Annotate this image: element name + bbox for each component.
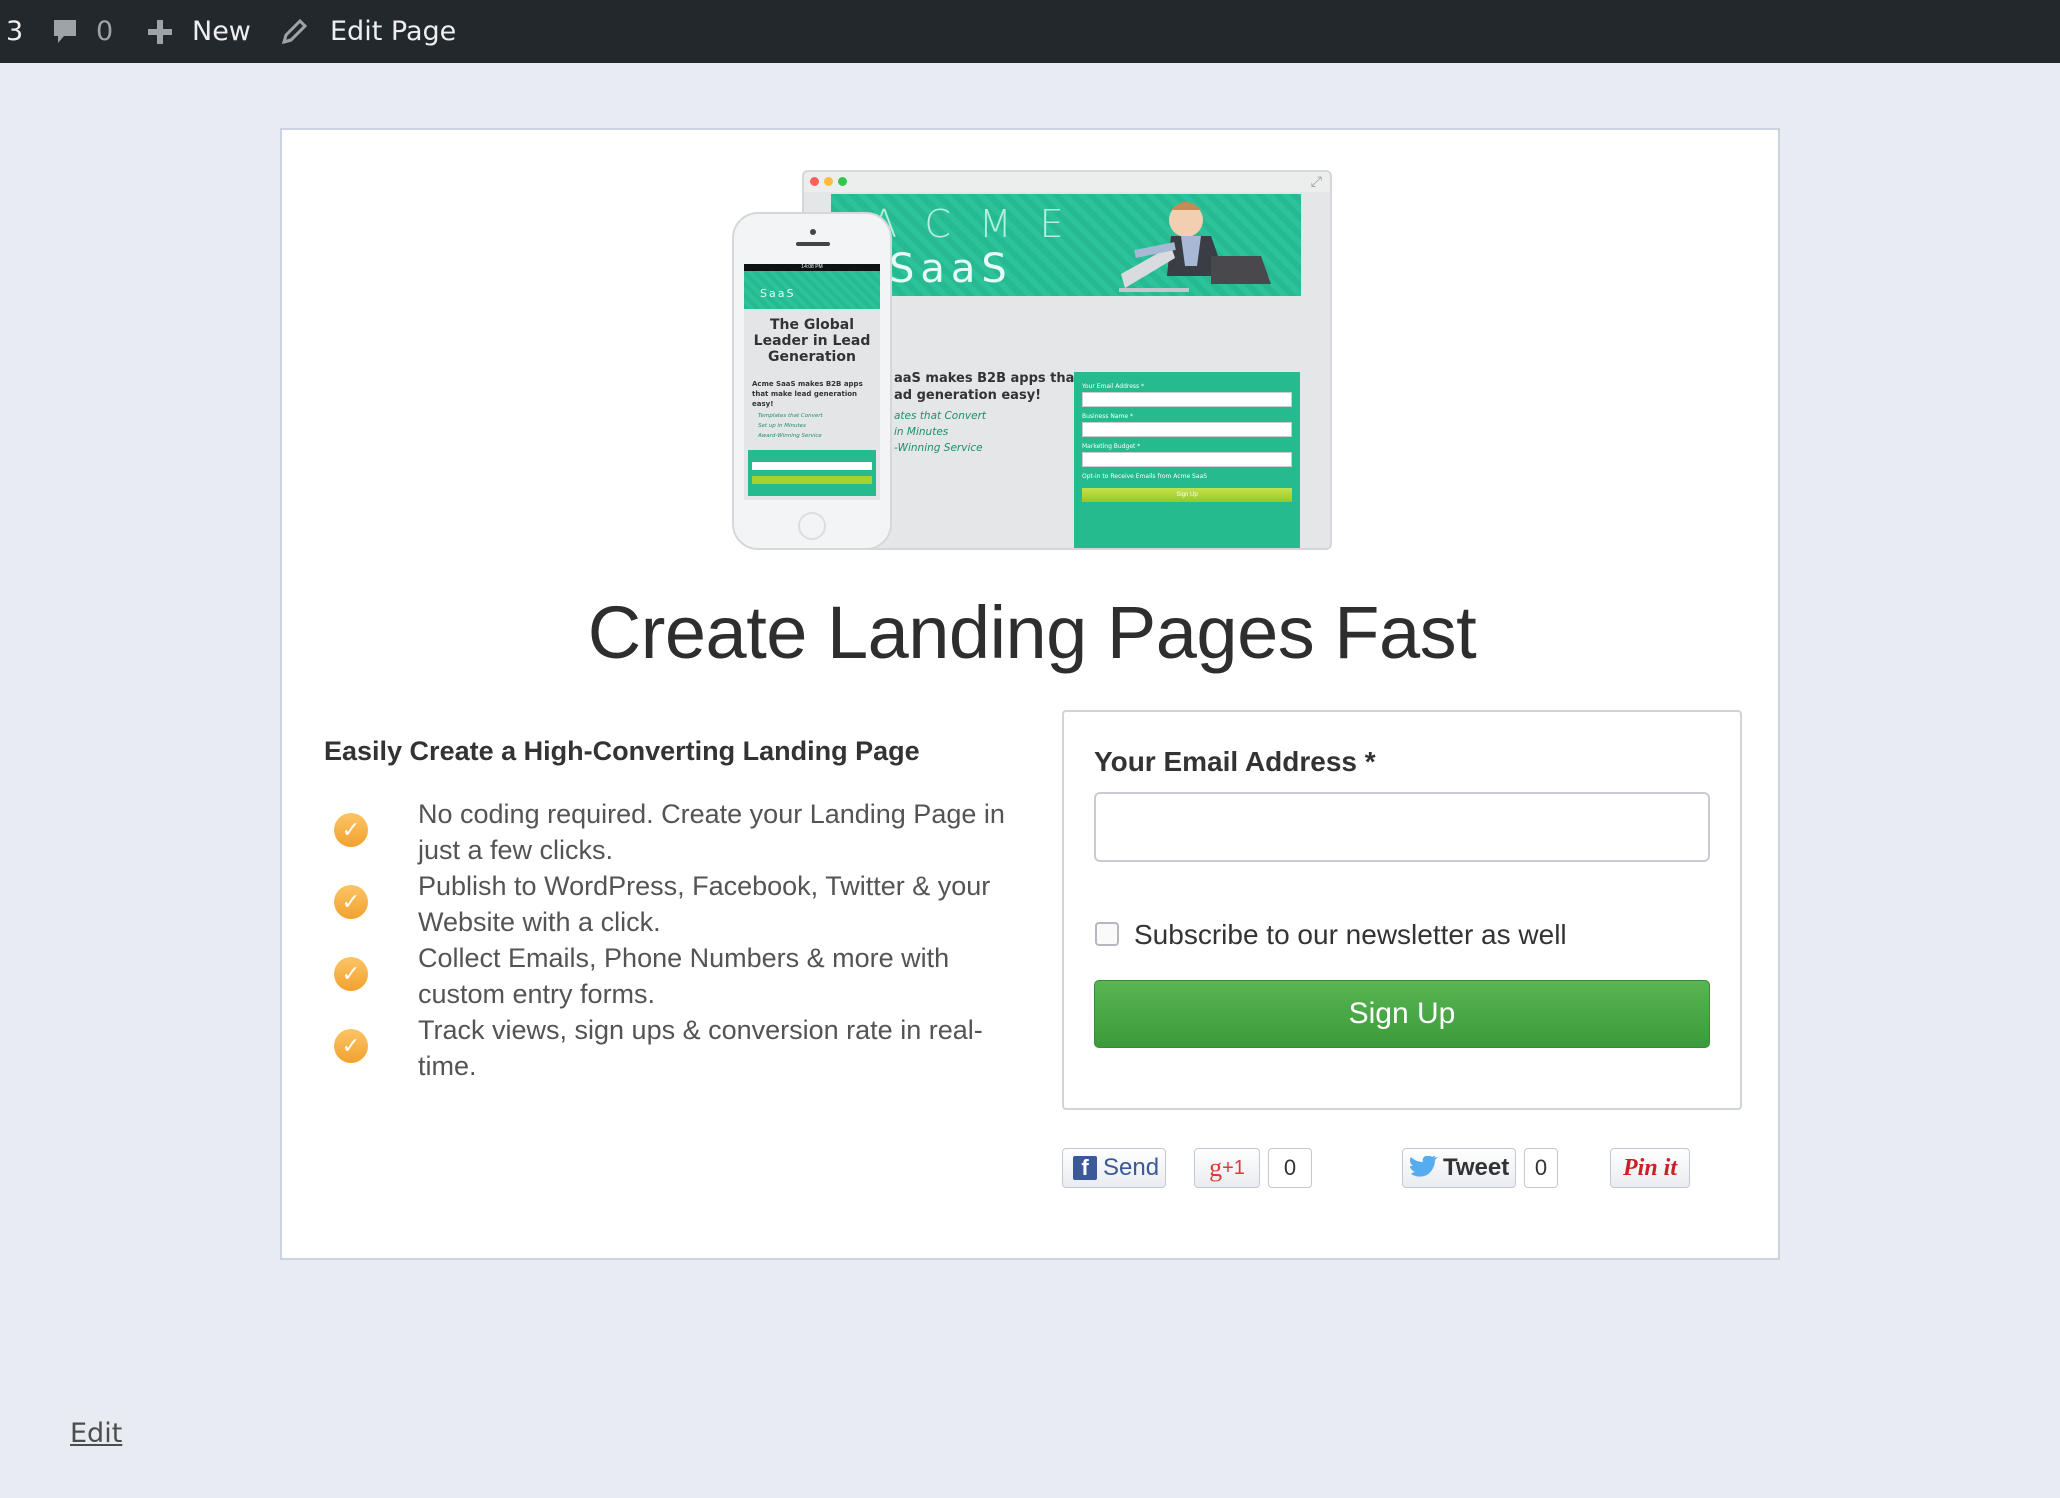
checkmark-icon: ✓ xyxy=(334,957,368,991)
edit-page-link[interactable]: Edit Page xyxy=(278,0,456,63)
phone-list-item: Award-Winning Service xyxy=(758,433,822,439)
desktop-copy: aaS makes B2B apps that ad generation ea… xyxy=(894,371,1081,403)
google-plus-button[interactable]: g +1 xyxy=(1194,1148,1260,1188)
newsletter-checkbox[interactable] xyxy=(1095,922,1119,946)
phone-camera-icon xyxy=(810,229,816,235)
social-share-bar: f Send g +1 0 Tweet 0 Pin it xyxy=(1062,1148,1742,1188)
landing-page-card: ⤢ ACME SaaS aaS makes B2B apps that ad g… xyxy=(280,128,1780,1260)
facebook-icon: f xyxy=(1073,1155,1097,1180)
comments-menu[interactable]: 0 xyxy=(52,0,148,63)
feature-list: ✓ No coding required. Create your Landin… xyxy=(334,796,1014,1084)
comment-bubble-icon xyxy=(54,19,76,43)
desktop-banner: ACME SaaS xyxy=(831,194,1301,296)
phone-signup-button xyxy=(752,476,872,484)
features-subhead: Easily Create a High-Converting Landing … xyxy=(324,736,920,766)
desktop-email-field xyxy=(1082,392,1292,407)
list-item: ✓ Collect Emails, Phone Numbers & more w… xyxy=(334,940,1014,1012)
phone-brand: SaaS xyxy=(760,287,796,300)
facebook-send-button[interactable]: f Send xyxy=(1062,1148,1166,1188)
admin-bar: 3 0 New Edit Page xyxy=(0,0,2060,63)
signup-form: Your Email Address * Subscribe to our ne… xyxy=(1062,710,1742,1110)
phone-feature-list: Templates that Convert Set up in Minutes… xyxy=(758,411,866,441)
phone-banner: SaaS xyxy=(744,271,880,309)
phone-status-bar: 14:08 PM xyxy=(744,264,880,271)
checkmark-icon: ✓ xyxy=(334,1029,368,1063)
google-plus-icon: g xyxy=(1209,1153,1223,1182)
desktop-brand-top: ACME xyxy=(871,202,1092,246)
feature-text: No coding required. Create your Landing … xyxy=(418,799,1005,865)
newsletter-label[interactable]: Subscribe to our newsletter as well xyxy=(1134,919,1567,951)
sign-up-button[interactable]: Sign Up xyxy=(1094,980,1710,1048)
tweet-label: Tweet xyxy=(1443,1154,1510,1181)
facebook-send-label: Send xyxy=(1103,1154,1160,1181)
pinterest-pin-button[interactable]: Pin it xyxy=(1610,1148,1690,1188)
close-dot-icon xyxy=(810,177,819,186)
page-headline: Create Landing Pages Fast xyxy=(587,591,1477,674)
zoom-dot-icon xyxy=(838,177,847,186)
phone-list-item: Templates that Convert xyxy=(758,413,823,419)
desktop-budget-label: Marketing Budget * xyxy=(1082,443,1141,450)
google-plus-label: +1 xyxy=(1222,1156,1245,1179)
phone-home-button-icon xyxy=(798,512,826,540)
phone-screen: 14:08 PM SaaS The Global Leader in Lead … xyxy=(744,264,880,500)
expand-icon: ⤢ xyxy=(1310,173,1322,189)
updates-count[interactable]: 3 xyxy=(0,0,52,63)
feature-text: Collect Emails, Phone Numbers & more wit… xyxy=(418,943,950,1009)
phone-email-field xyxy=(752,462,872,470)
phone-title: The Global Leader in Lead Generation xyxy=(753,317,871,365)
desktop-business-field xyxy=(1082,422,1292,437)
feature-text: Publish to WordPress, Facebook, Twitter … xyxy=(418,871,991,937)
desktop-budget-select xyxy=(1082,452,1292,467)
phone-speaker-icon xyxy=(796,242,830,246)
plus-icon xyxy=(148,19,172,44)
phone-mockup: 14:08 PM SaaS The Global Leader in Lead … xyxy=(732,212,892,550)
phone-list-item: Set up in Minutes xyxy=(758,423,806,429)
baby-with-laptop-image xyxy=(1119,202,1271,292)
pencil-icon xyxy=(281,18,308,44)
desktop-signup-form: Your Email Address * Business Name * Mar… xyxy=(1074,372,1300,548)
list-item: ✓ Publish to WordPress, Facebook, Twitte… xyxy=(334,868,1014,940)
email-field[interactable] xyxy=(1094,792,1710,862)
pinterest-label: Pin it xyxy=(1622,1154,1677,1181)
google-plus-count: 0 xyxy=(1268,1148,1312,1188)
desktop-feature-list: ates that Convert in Minutes -Winning Se… xyxy=(894,408,986,456)
new-content-menu[interactable]: New xyxy=(148,0,278,63)
desktop-optin-label: Opt-in to Receive Emails from Acme SaaS xyxy=(1082,473,1208,480)
desktop-signup-button: Sign Up xyxy=(1082,488,1292,502)
new-label: New xyxy=(192,16,251,47)
checkmark-icon: ✓ xyxy=(334,813,368,847)
desktop-list-item: ates that Convert xyxy=(894,410,986,422)
desktop-email-label: Your Email Address * xyxy=(1082,383,1145,390)
tweet-button[interactable]: Tweet xyxy=(1402,1148,1516,1188)
tweet-count: 0 xyxy=(1524,1148,1558,1188)
browser-titlebar: ⤢ xyxy=(804,172,1330,192)
twitter-bird-icon xyxy=(1409,1156,1438,1177)
edit-link[interactable]: Edit xyxy=(70,1418,122,1449)
desktop-list-item: in Minutes xyxy=(894,426,949,438)
email-label: Your Email Address * xyxy=(1094,746,1376,777)
desktop-list-item: -Winning Service xyxy=(894,442,983,454)
desktop-brand: SaaS xyxy=(889,246,1013,292)
list-item: ✓ Track views, sign ups & conversion rat… xyxy=(334,1012,1014,1084)
desktop-business-label: Business Name * xyxy=(1082,413,1133,420)
comments-count: 0 xyxy=(96,16,114,47)
hero-device-mockup: ⤢ ACME SaaS aaS makes B2B apps that ad g… xyxy=(732,170,1332,552)
checkmark-icon: ✓ xyxy=(334,885,368,919)
list-item: ✓ No coding required. Create your Landin… xyxy=(334,796,1014,868)
phone-copy: Acme SaaS makes B2B apps that make lead … xyxy=(752,380,863,408)
feature-text: Track views, sign ups & conversion rate … xyxy=(418,1015,983,1081)
minimize-dot-icon xyxy=(824,177,833,186)
edit-page-label: Edit Page xyxy=(330,16,457,47)
phone-signup-form xyxy=(748,450,876,496)
